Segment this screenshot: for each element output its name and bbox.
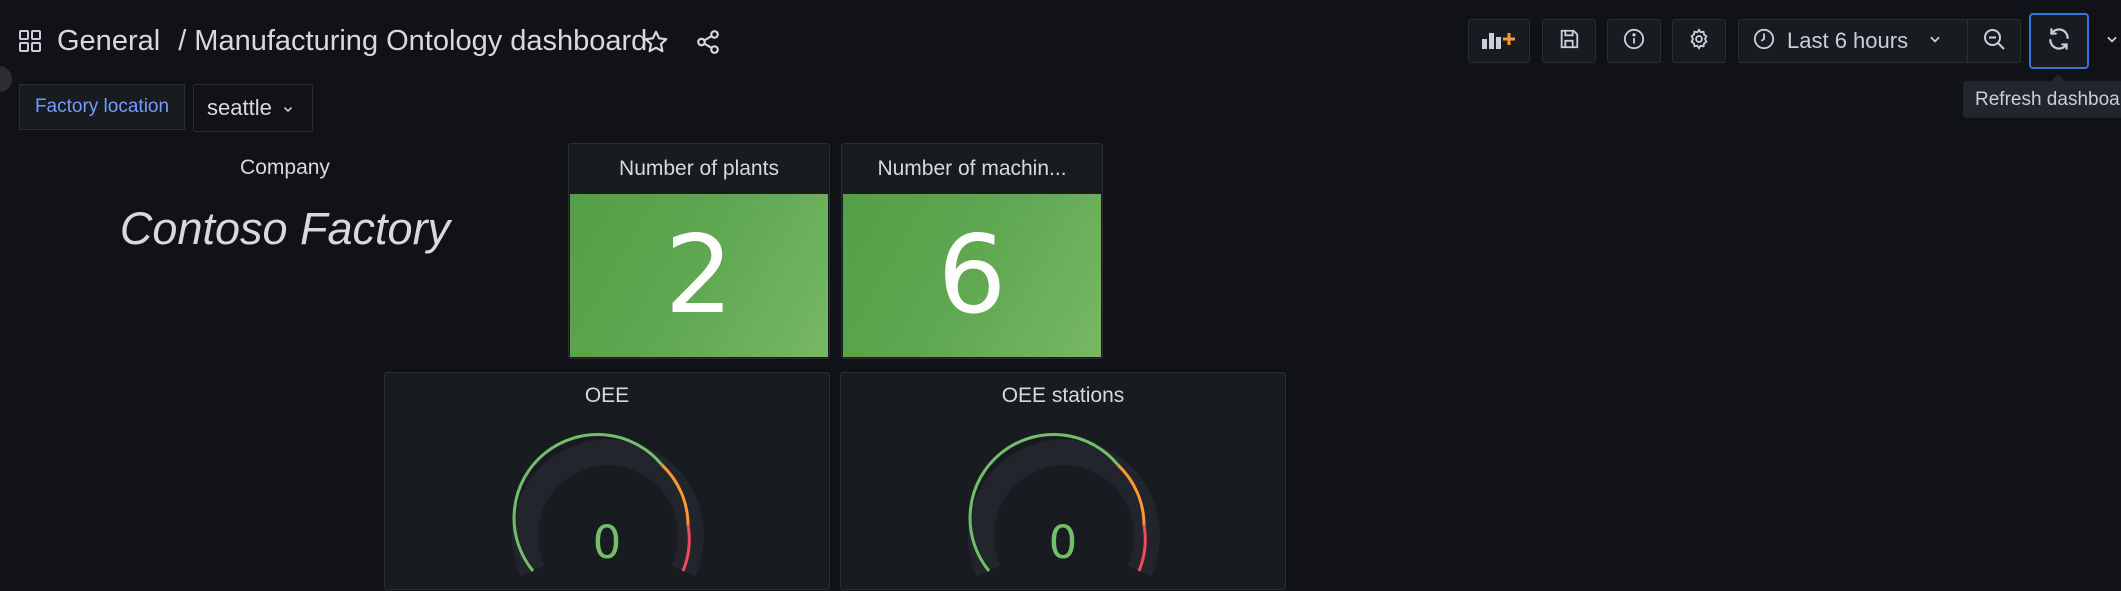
dashboard-settings-button[interactable] xyxy=(1672,19,1726,63)
stat-value: 6 xyxy=(937,213,1007,338)
refresh-interval-dropdown[interactable] xyxy=(2097,19,2121,63)
company-name: Contoso Factory xyxy=(119,203,451,254)
share-icon[interactable] xyxy=(690,24,726,60)
refresh-icon xyxy=(2046,26,2072,57)
oee-stations-panel[interactable]: OEE stations 0 xyxy=(840,372,1286,590)
stat-value: 2 xyxy=(664,213,734,338)
tooltip-arrow xyxy=(2051,74,2065,81)
refresh-tooltip: Refresh dashboard xyxy=(1963,81,2121,118)
factory-location-select[interactable]: seattle xyxy=(193,84,313,132)
panel-title: Number of machin... xyxy=(877,157,1067,180)
dashboards-grid-icon[interactable] xyxy=(18,29,42,53)
factory-location-label: Factory location xyxy=(19,84,185,130)
chevron-down-icon xyxy=(1928,32,1942,51)
star-icon[interactable] xyxy=(638,24,674,60)
company-panel[interactable]: Company Contoso Factory xyxy=(60,143,510,263)
dashboard-info-button[interactable] xyxy=(1607,19,1661,63)
breadcrumb-folder[interactable]: General xyxy=(57,25,160,57)
gauge-value: 0 xyxy=(592,516,622,569)
refresh-button[interactable] xyxy=(2029,13,2089,69)
time-range-picker[interactable]: Last 6 hours xyxy=(1738,19,1968,63)
number-of-plants-panel[interactable]: Number of plants 2 xyxy=(568,143,830,359)
info-icon xyxy=(1623,28,1645,55)
panel-title: OEE xyxy=(584,384,630,407)
chevron-down-icon xyxy=(282,85,294,131)
add-panel-icon xyxy=(1480,27,1518,56)
clock-icon xyxy=(1753,28,1775,55)
breadcrumb: General / Manufacturing Ontology dashboar… xyxy=(57,22,647,60)
add-panel-button[interactable] xyxy=(1468,19,1530,63)
zoom-out-icon xyxy=(1982,27,2006,56)
panel-title: Company xyxy=(240,156,330,179)
time-range-label: Last 6 hours xyxy=(1787,28,1909,53)
number-of-machines-panel[interactable]: Number of machin... 6 xyxy=(841,143,1103,359)
chevron-down-icon xyxy=(2105,32,2119,51)
oee-panel[interactable]: OEE 0 xyxy=(384,372,830,590)
panel-title: Number of plants xyxy=(619,157,779,180)
factory-location-value: seattle xyxy=(207,95,272,120)
save-icon xyxy=(1558,28,1580,55)
dashboard-title[interactable]: Manufacturing Ontology dashboard xyxy=(194,25,647,57)
stat-tile: 6 xyxy=(843,194,1101,357)
save-dashboard-button[interactable] xyxy=(1542,19,1596,63)
panel-title: OEE stations xyxy=(1001,384,1125,407)
settings-icon xyxy=(1688,27,1710,55)
sidebar-toggle-dot[interactable] xyxy=(0,66,12,92)
zoom-out-button[interactable] xyxy=(1967,19,2021,63)
gauge-value: 0 xyxy=(1048,516,1078,569)
breadcrumb-separator: / xyxy=(178,25,187,57)
stat-tile: 2 xyxy=(570,194,828,357)
